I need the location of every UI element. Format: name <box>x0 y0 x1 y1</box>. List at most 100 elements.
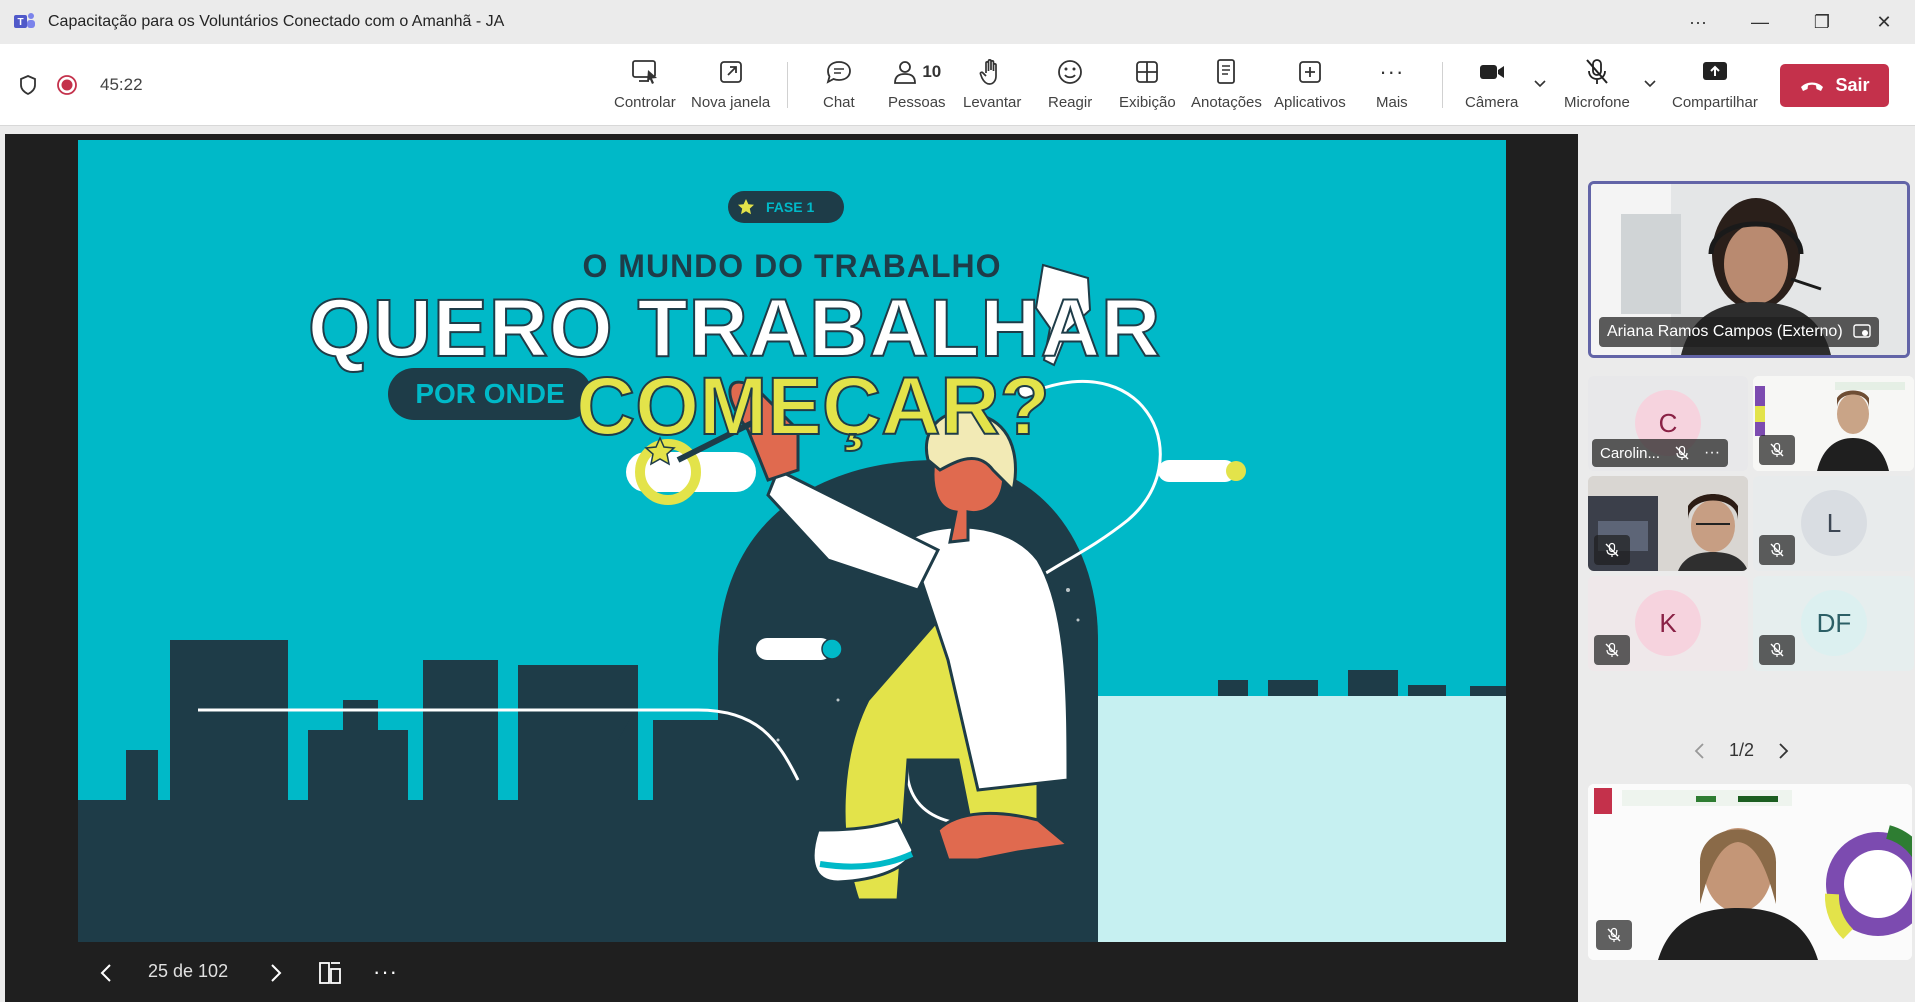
meeting-status: 45:22 <box>18 44 143 126</box>
chat-button[interactable]: Chat <box>823 54 855 120</box>
raise-hand-icon <box>979 59 998 85</box>
window-controls: ··· — ❐ ✕ <box>1667 0 1915 44</box>
microphone-muted-icon <box>1607 927 1621 942</box>
screen-control-icon <box>631 60 657 84</box>
toolbar-divider <box>1442 62 1443 108</box>
share-screen-icon <box>1702 62 1727 80</box>
microphone-muted-icon <box>1770 542 1784 557</box>
add-app-icon <box>1298 61 1321 83</box>
participant-tile-l[interactable]: L <box>1753 476 1914 571</box>
recording-icon <box>57 75 77 95</box>
pessoas-button[interactable]: 10 Pessoas <box>888 54 946 120</box>
microphone-muted-icon <box>1770 442 1784 457</box>
muted-indicator <box>1594 635 1630 665</box>
microphone-muted-icon <box>1605 642 1619 657</box>
next-page-icon[interactable] <box>1776 742 1790 760</box>
chat-icon <box>826 61 851 84</box>
previous-page-icon[interactable] <box>1693 742 1707 760</box>
pop-out-icon <box>719 61 742 83</box>
compartilhar-label: Compartilhar <box>1672 94 1758 111</box>
anotacoes-button[interactable]: Anotações <box>1191 54 1262 120</box>
slide-subtitle: O MUNDO DO TRABALHO <box>582 248 1002 284</box>
minimize-button[interactable]: — <box>1729 0 1791 44</box>
exibicao-button[interactable]: Exibição <box>1119 54 1176 120</box>
toolbar-divider <box>787 62 788 108</box>
participant-tile-c[interactable]: C Carolin... ··· <box>1588 376 1748 471</box>
slide-navigation: 25 de 102 ··· <box>5 942 1578 1002</box>
layout-grid-icon <box>1136 61 1159 83</box>
people-count: 10 <box>922 62 942 81</box>
window-more-button[interactable]: ··· <box>1667 0 1729 44</box>
shared-slide: FASE 1 O MUNDO DO TRABALHO QUERO TRABALH… <box>78 140 1506 942</box>
controlar-button[interactable]: Controlar <box>614 54 676 120</box>
participant-tile-main[interactable]: Ariana Ramos Campos (Externo) <box>1588 181 1910 358</box>
content-sharing-icon <box>1852 324 1871 338</box>
levantar-button[interactable]: Levantar <box>963 54 1021 120</box>
slide-grid-icon[interactable] <box>317 960 343 986</box>
reagir-button[interactable]: Reagir <box>1048 54 1092 120</box>
svg-text:T: T <box>17 17 23 28</box>
slide-more-button[interactable]: ··· <box>373 959 398 985</box>
controlar-label: Controlar <box>614 94 676 111</box>
levantar-label: Levantar <box>963 94 1022 111</box>
next-slide-icon[interactable] <box>265 962 285 984</box>
previous-slide-icon[interactable] <box>97 962 117 984</box>
microfone-button[interactable]: Microfone <box>1564 54 1630 120</box>
microphone-muted-icon <box>1770 642 1784 657</box>
mais-label: Mais <box>1376 94 1408 111</box>
phase-badge-text: FASE 1 <box>766 199 815 215</box>
participant-name-c: Carolin... ··· <box>1592 439 1729 467</box>
mais-button[interactable]: ··· Mais <box>1376 54 1408 120</box>
muted-indicator <box>1759 535 1795 565</box>
exibicao-label: Exibição <box>1119 94 1176 111</box>
participant-panel: Ariana Ramos Campos (Externo) C Carolin.… <box>1578 126 1915 1002</box>
compartilhar-button[interactable]: Compartilhar <box>1672 54 1758 120</box>
camera-button[interactable]: Câmera <box>1465 54 1518 120</box>
people-icon <box>894 61 917 84</box>
teams-logo-icon: T <box>14 13 35 28</box>
camera-label: Câmera <box>1465 94 1519 111</box>
pessoas-label: Pessoas <box>888 94 946 111</box>
hang-up-icon <box>1801 82 1824 91</box>
more-dots-icon: ··· <box>1379 59 1405 84</box>
window-title: Capacitação para os Voluntários Conectad… <box>48 13 505 30</box>
aplicativos-button[interactable]: Aplicativos <box>1274 54 1346 120</box>
leave-button[interactable]: Sair <box>1780 64 1889 107</box>
muted-indicator <box>1596 920 1632 950</box>
avatar-k: K <box>1635 590 1701 656</box>
participant-tile-video-2[interactable] <box>1753 376 1914 471</box>
slide-counter: 25 de 102 <box>148 961 229 981</box>
participant-tile-k[interactable]: K <box>1588 576 1748 671</box>
muted-indicator <box>1594 535 1630 565</box>
microphone-muted-icon <box>1605 542 1619 557</box>
close-button[interactable]: ✕ <box>1853 0 1915 44</box>
microphone-options-chevron-icon[interactable] <box>1641 74 1659 92</box>
aplicativos-label: Aplicativos <box>1274 94 1346 111</box>
chat-label: Chat <box>823 94 855 111</box>
slide-title-line2: COMEÇAR? <box>575 360 1051 453</box>
participant-tile-video-3[interactable] <box>1588 476 1748 571</box>
leave-label: Sair <box>1835 75 1870 95</box>
shield-icon[interactable] <box>18 74 38 96</box>
title-bar: T Capacitação para os Voluntários Conect… <box>0 0 1915 44</box>
notes-icon <box>1217 59 1236 84</box>
muted-indicator <box>1759 635 1795 665</box>
participant-tile-df[interactable]: DF <box>1753 576 1914 671</box>
camera-icon <box>1479 65 1504 79</box>
reagir-label: Reagir <box>1048 94 1093 111</box>
camera-options-chevron-icon[interactable] <box>1531 74 1549 92</box>
avatar-l: L <box>1801 490 1867 556</box>
nova-janela-button[interactable]: Nova janela <box>691 54 770 120</box>
muted-indicator <box>1759 435 1795 465</box>
page-indicator: 1/2 <box>1729 740 1755 760</box>
participant-more-button[interactable]: ··· <box>1704 444 1720 462</box>
restore-button[interactable]: ❐ <box>1791 0 1853 44</box>
participant-name-main: Ariana Ramos Campos (Externo) <box>1599 317 1879 347</box>
microphone-muted-icon <box>1675 445 1689 460</box>
avatar-df: DF <box>1801 590 1867 656</box>
self-view-tile[interactable] <box>1588 784 1912 960</box>
star-icon <box>738 199 754 215</box>
meeting-timer: 45:22 <box>100 75 143 94</box>
participant-pager: 1/2 <box>1693 740 1790 761</box>
nova-janela-label: Nova janela <box>691 94 771 111</box>
